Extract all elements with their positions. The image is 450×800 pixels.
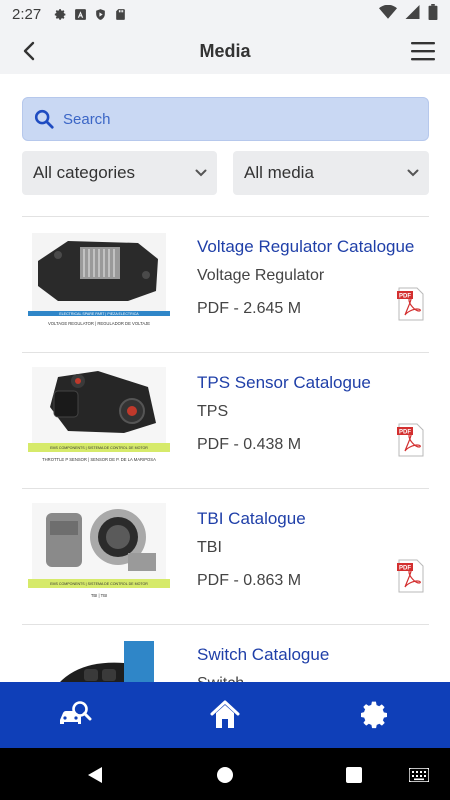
list-item[interactable]: ELECTRICAL SPARE PART | PIEZA ELECTRICA …	[22, 216, 429, 352]
search-bar[interactable]	[22, 97, 429, 141]
list-item[interactable]: EMS COMPONENTS | SISTEMA DE CONTROL DE M…	[22, 488, 429, 624]
triangle-back-icon	[88, 767, 102, 783]
item-title[interactable]: TPS Sensor Catalogue	[197, 373, 371, 393]
media-select[interactable]: All media	[233, 151, 429, 195]
shield-status-icon	[93, 7, 107, 21]
status-time: 2:27	[12, 5, 42, 23]
settings-gear-icon	[361, 701, 387, 729]
item-category: TPS	[197, 403, 229, 420]
item-size: PDF - 0.863 M	[197, 572, 302, 589]
sd-card-status-icon	[113, 7, 127, 21]
item-category: Voltage Regulator	[197, 267, 325, 284]
item-title[interactable]: Switch Catalogue	[197, 645, 329, 665]
pdf-icon[interactable]: PDF	[397, 559, 425, 593]
circle-home-icon	[217, 767, 233, 783]
chevron-down-icon	[195, 169, 207, 177]
item-category: TBI	[197, 539, 222, 556]
item-size: PDF - 0.438 M	[197, 436, 302, 453]
search-icon	[34, 109, 54, 129]
item-title[interactable]: Voltage Regulator Catalogue	[197, 237, 414, 257]
pdf-icon[interactable]: PDF	[397, 287, 425, 321]
system-back-button[interactable]	[84, 764, 106, 786]
thumb-caption-bottom: TBI | TBI	[91, 593, 107, 598]
tbi-thumbnail: EMS COMPONENTS | SISTEMA DE CONTROL DE M…	[28, 503, 170, 607]
thumb-caption-top: EMS COMPONENTS | SISTEMA DE CONTROL DE M…	[50, 446, 148, 450]
keyboard-icon	[409, 768, 429, 782]
nav-home-button[interactable]	[195, 690, 255, 740]
a-box-status-icon	[73, 7, 87, 21]
arrow-left-icon	[23, 41, 35, 61]
nav-car-search-button[interactable]	[45, 690, 105, 740]
category-select-value: All categories	[33, 163, 136, 182]
thumb-caption-top: EMS COMPONENTS | SISTEMA DE CONTROL DE M…	[50, 582, 148, 586]
system-keyboard-button[interactable]	[408, 764, 430, 786]
system-nav-bar	[0, 748, 450, 800]
chevron-down-icon	[407, 169, 419, 177]
nav-settings-button[interactable]	[345, 690, 405, 740]
menu-button[interactable]	[408, 36, 438, 66]
media-screen: 2:27 Media Search All categories All med…	[0, 0, 450, 800]
status-bar: 2:27	[0, 0, 450, 28]
category-select[interactable]: All categories	[22, 151, 217, 195]
thumb-caption-bottom: VOLTAGE REGULATOR | REGULADOR DE VOLTAJE	[48, 321, 150, 326]
list-item[interactable]: EMS COMPONENTS | SISTEMA DE CONTROL DE M…	[22, 352, 429, 488]
media-select-value: All media	[244, 163, 314, 182]
back-button[interactable]	[14, 36, 44, 66]
app-bar: Media	[0, 28, 450, 74]
wifi-icon	[379, 4, 397, 23]
thumb-caption-bottom: THROTTLE P SENSOR | SENSOR DE P. DE LA M…	[42, 457, 156, 462]
settings-status-icon	[53, 7, 67, 21]
tps-sensor-thumbnail: EMS COMPONENTS | SISTEMA DE CONTROL DE M…	[28, 367, 170, 471]
home-icon	[210, 700, 240, 728]
system-home-button[interactable]	[214, 764, 236, 786]
battery-icon	[428, 4, 438, 24]
media-list: ELECTRICAL SPARE PART | PIEZA ELECTRICA …	[22, 216, 429, 760]
thumb-caption-top: ELECTRICAL SPARE PART | PIEZA ELECTRICA	[59, 312, 139, 316]
system-recents-button[interactable]	[343, 764, 365, 786]
cell-signal-icon	[405, 5, 420, 23]
hamburger-menu-icon	[411, 42, 435, 61]
car-search-icon	[60, 701, 92, 724]
voltage-regulator-thumbnail: ELECTRICAL SPARE PART | PIEZA ELECTRICA …	[28, 231, 170, 335]
page-title: Media	[199, 40, 251, 61]
search-input[interactable]	[63, 110, 403, 128]
item-size: PDF - 2.645 M	[197, 300, 302, 317]
bottom-nav	[0, 682, 450, 748]
item-title[interactable]: TBI Catalogue	[197, 509, 306, 529]
square-recents-icon	[346, 767, 362, 783]
pdf-icon[interactable]: PDF	[397, 423, 425, 457]
